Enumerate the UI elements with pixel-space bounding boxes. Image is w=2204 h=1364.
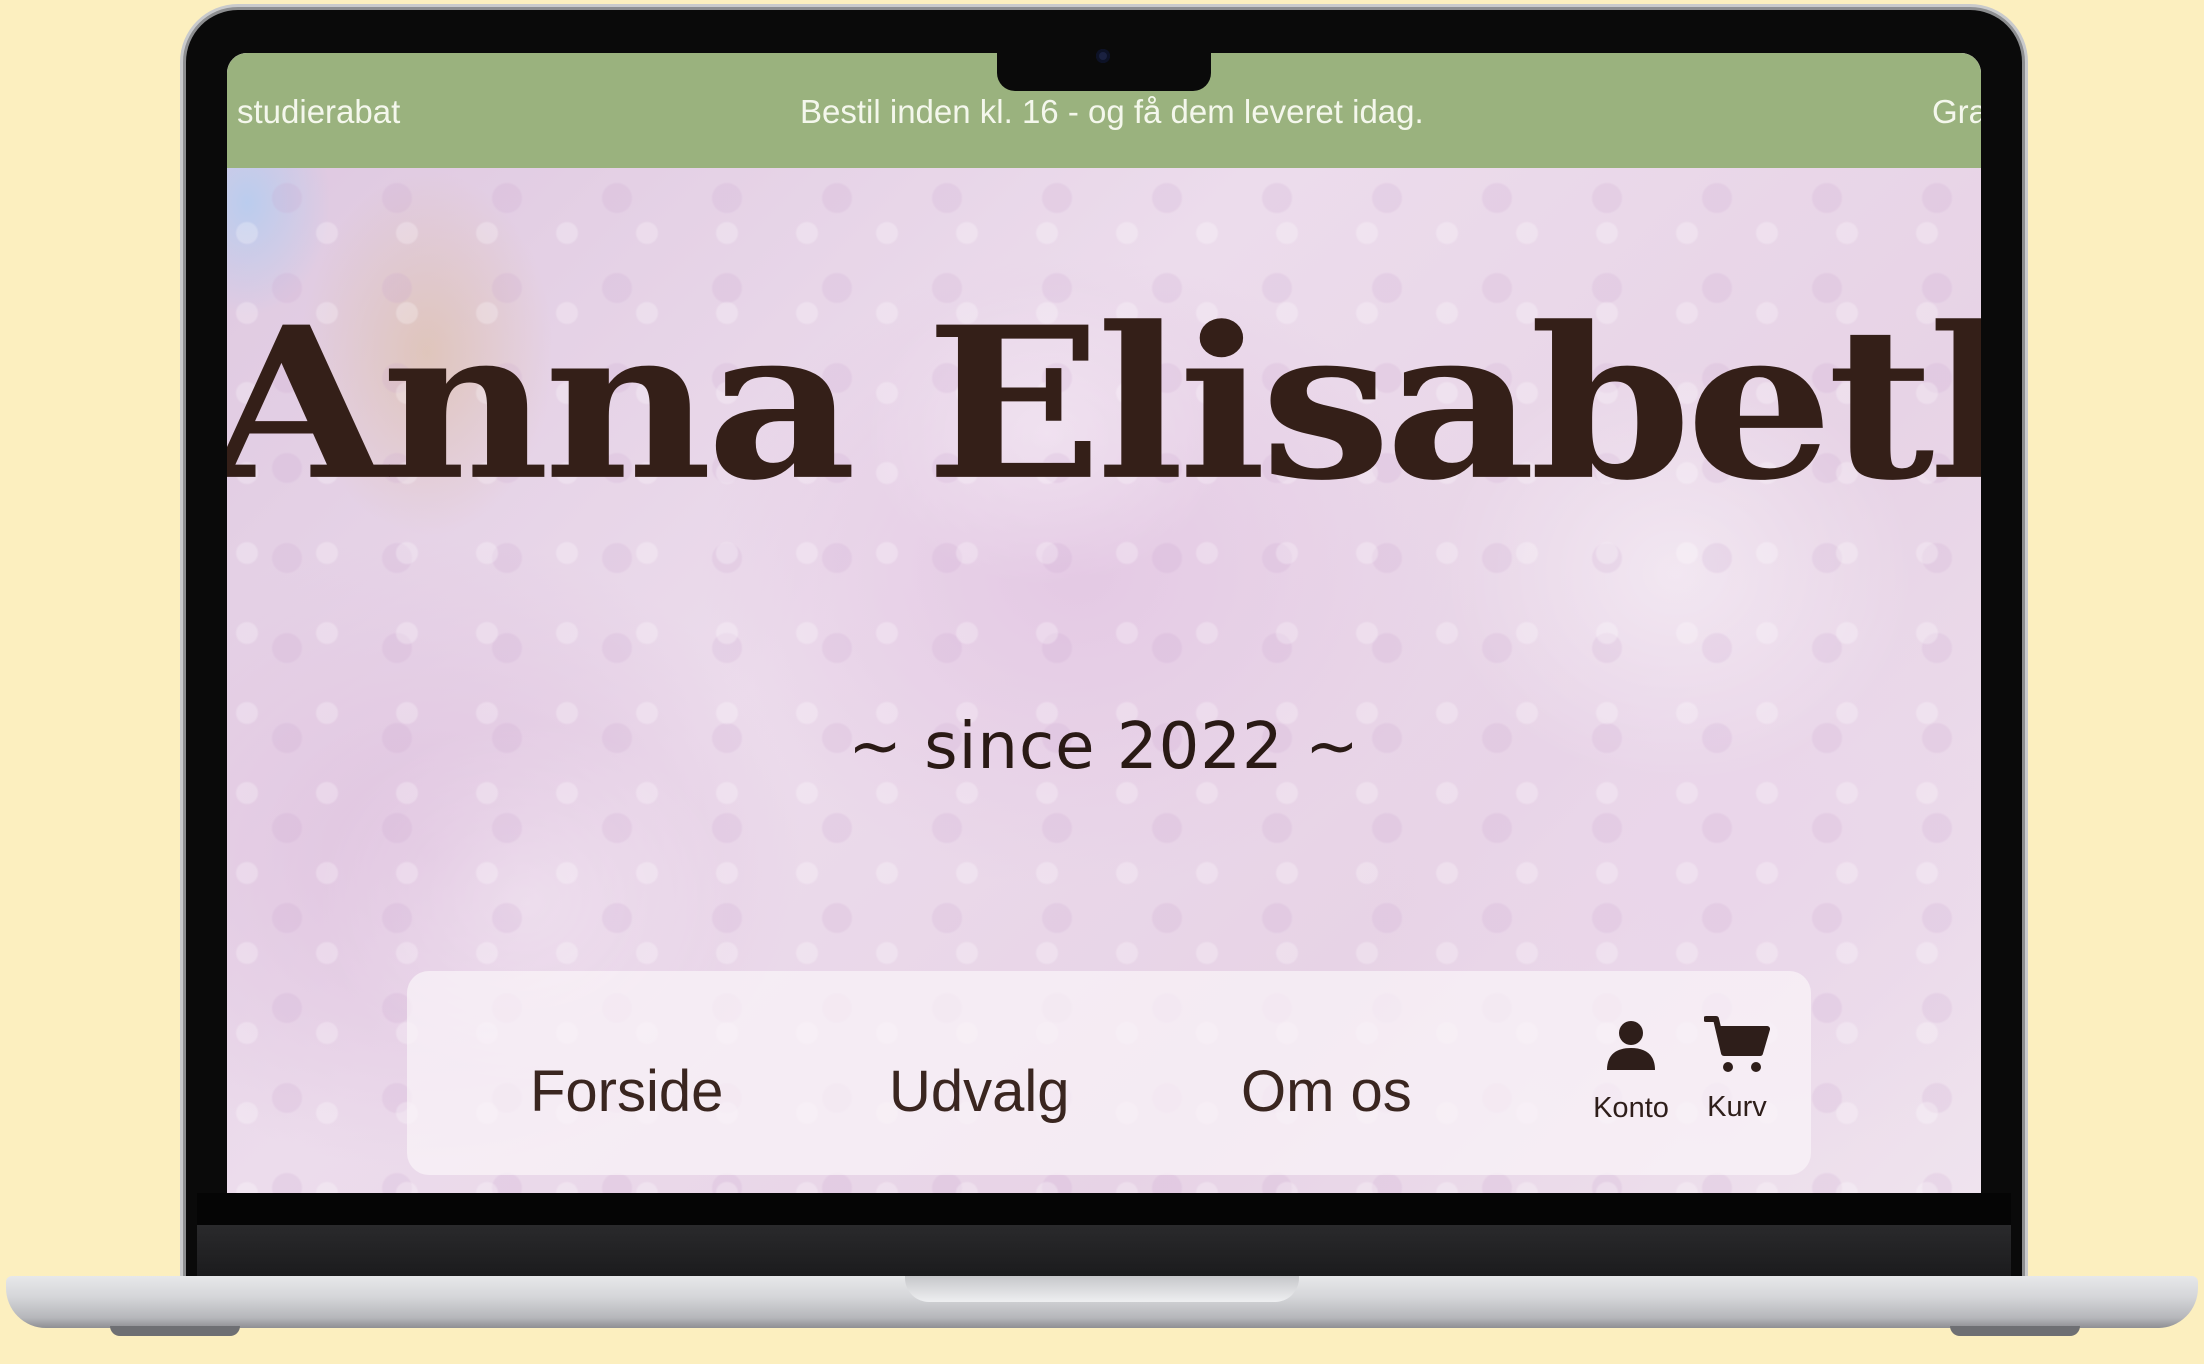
ticker-left-text: studierabat	[237, 93, 401, 130]
account-label: Konto	[1593, 1092, 1669, 1124]
laptop-foot-left	[110, 1326, 240, 1336]
nav-item-om-os[interactable]: Om os	[1241, 1058, 1412, 1125]
user-icon	[1607, 1021, 1655, 1070]
laptop-foot-right	[1950, 1326, 2080, 1336]
cart-icon	[1704, 1016, 1770, 1072]
brand-tagline: ~ since 2022 ~	[848, 710, 1360, 784]
mockup-scene: studierabat Bestil inden kl. 16 - og få …	[0, 0, 2204, 1364]
laptop-hinge	[197, 1225, 2011, 1277]
nav-item-udvalg[interactable]: Udvalg	[889, 1058, 1070, 1125]
ticker-center-text: Bestil inden kl. 16 - og få dem leveret …	[800, 93, 1424, 130]
brand-title: Anna Elisabeth	[227, 280, 1981, 527]
cart-button[interactable]: Kurv	[1695, 1015, 1779, 1124]
ticker-right-text: Gra	[1932, 93, 1981, 130]
account-button[interactable]: Konto	[1581, 1016, 1681, 1125]
laptop-screen: studierabat Bestil inden kl. 16 - og få …	[227, 53, 1981, 1193]
screen-bottom-bezel	[197, 1193, 2011, 1225]
cart-label: Kurv	[1707, 1091, 1767, 1123]
camera-icon	[1096, 49, 1110, 63]
laptop-open-notch	[905, 1276, 1299, 1302]
nav-item-forside[interactable]: Forside	[530, 1058, 723, 1125]
